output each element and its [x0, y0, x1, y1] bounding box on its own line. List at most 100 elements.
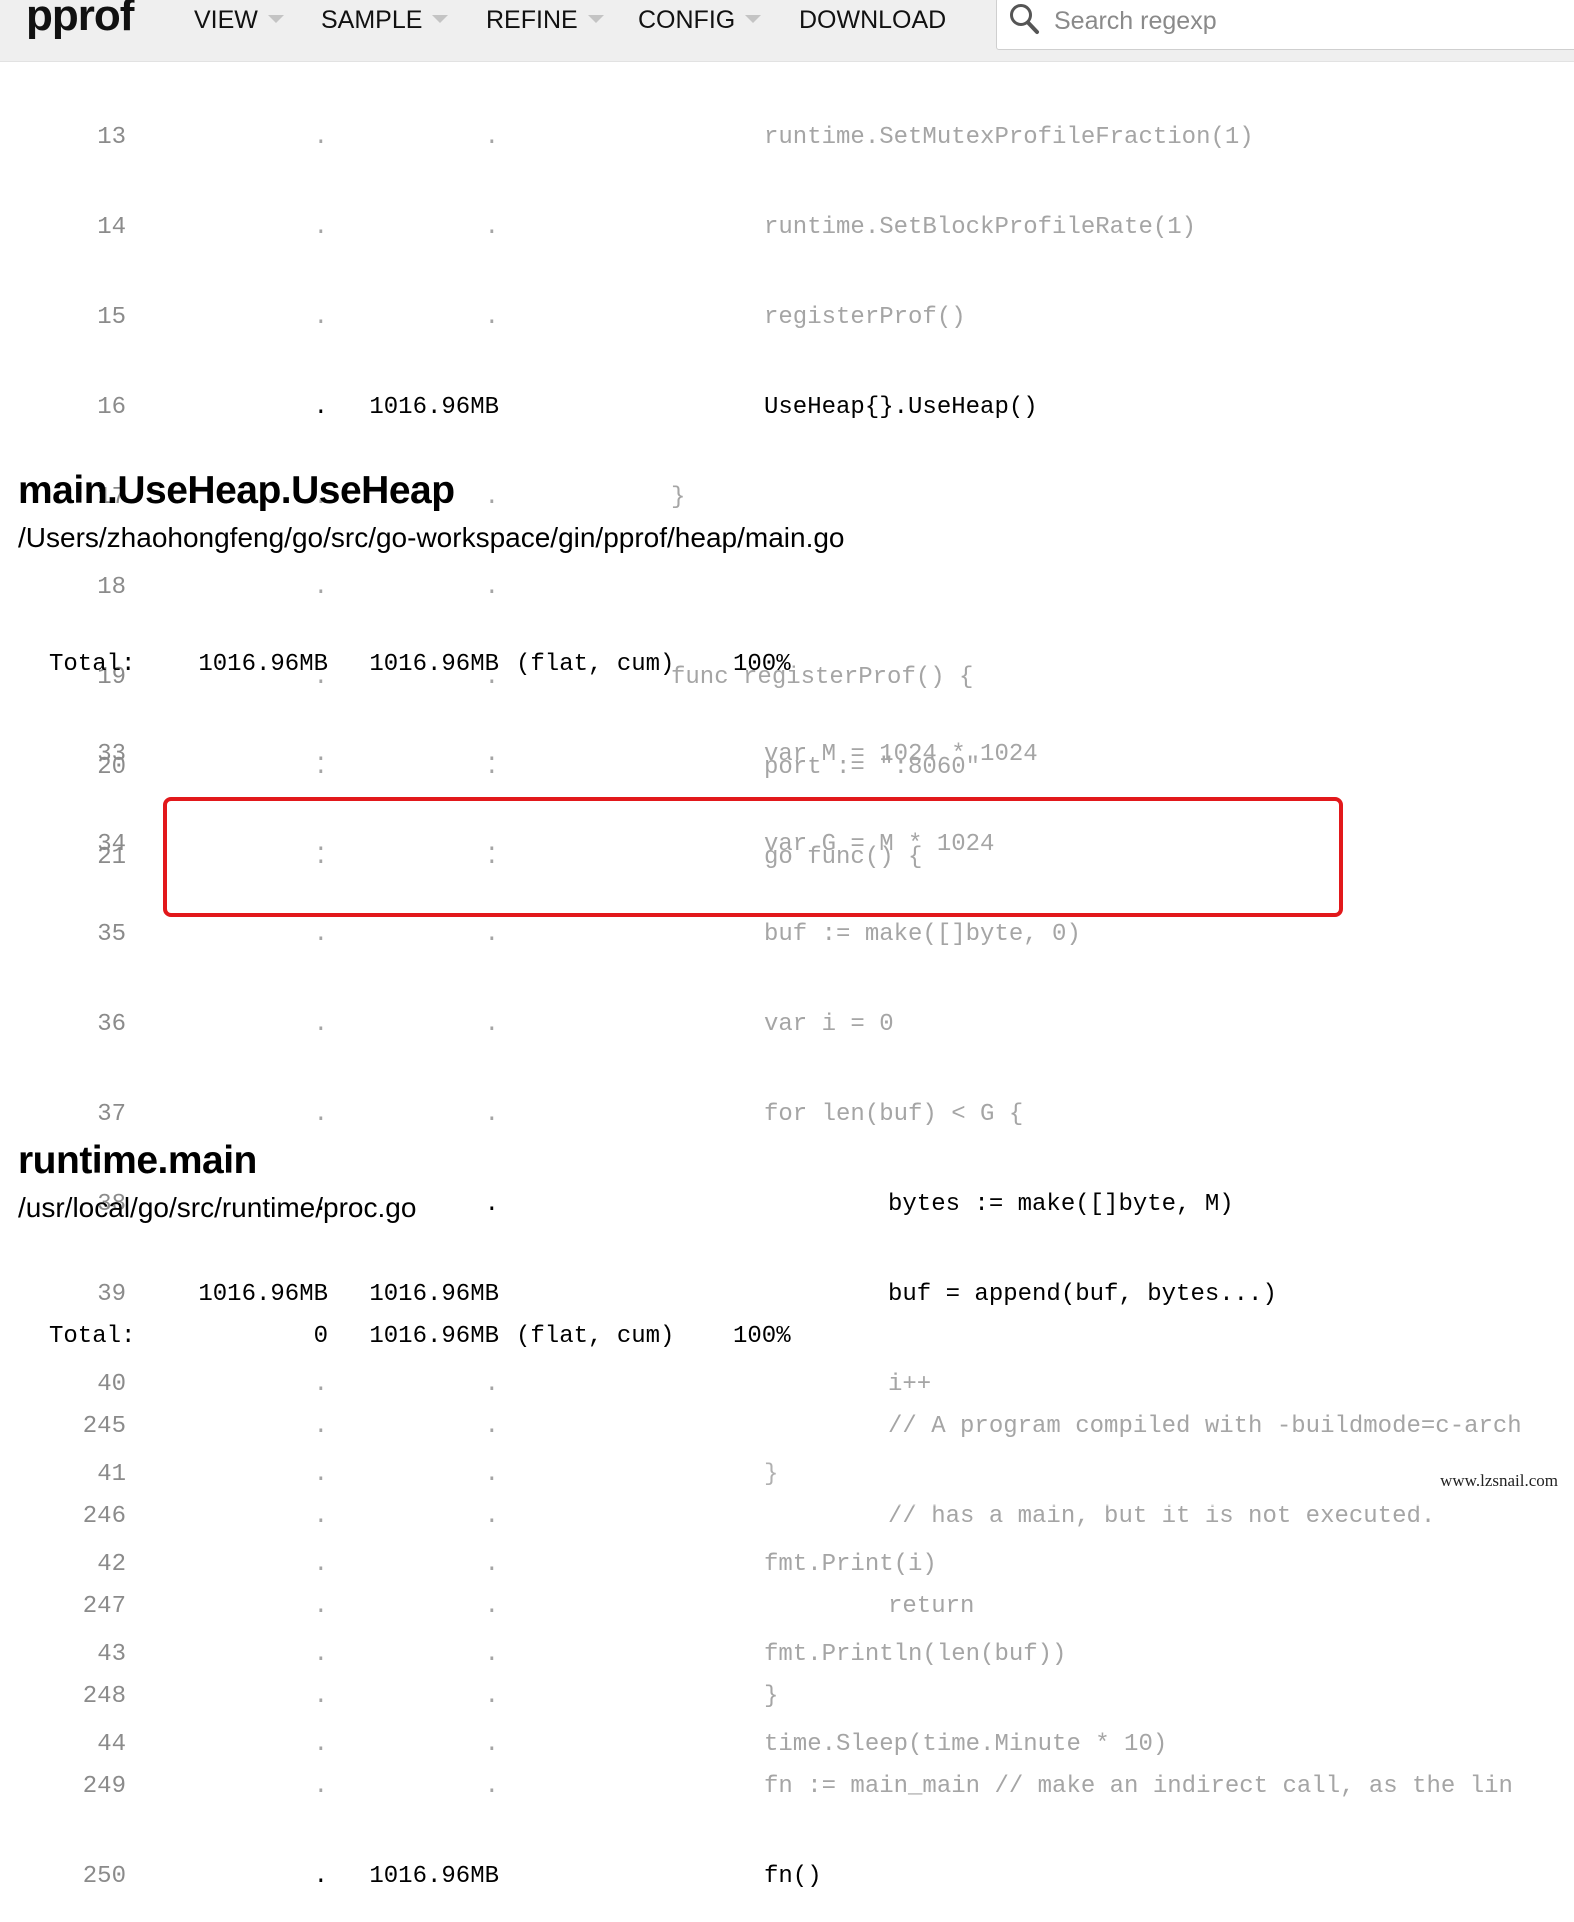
- flat-value: .: [313, 1773, 328, 1800]
- flat-value: .: [313, 921, 328, 948]
- cum-value: .: [484, 741, 499, 768]
- source-line: 13.. runtime.SetMutexProfileFraction(1): [0, 120, 1574, 156]
- menu-download[interactable]: DOWNLOAD: [799, 0, 946, 40]
- source-line: 246.. // has a main, but it is not execut…: [0, 1499, 1574, 1535]
- source-code: // has a main, but it is not executed.: [888, 1503, 1436, 1530]
- cum-value: .: [484, 1683, 499, 1710]
- source-code: bytes := make([]byte, M): [888, 1191, 1234, 1218]
- source-line: 35.. buf := make([]byte, 0): [0, 917, 1574, 953]
- function-title: main.UseHeap.UseHeap: [18, 469, 455, 512]
- source-line: 14.. runtime.SetBlockProfileRate(1): [0, 210, 1574, 246]
- function-title: runtime.main: [18, 1139, 257, 1182]
- line-number: 35: [97, 921, 126, 948]
- cum-value: .: [484, 1191, 499, 1218]
- menu-config[interactable]: CONFIG: [638, 0, 762, 40]
- source-code: }: [671, 484, 686, 511]
- total-row: Total: 1016.96MB 1016.96MB (flat, cum) 100%: [0, 647, 1574, 683]
- source-line: 16. 1016.96MB UseHeap{}.UseHeap(): [0, 390, 1574, 426]
- source-line: 37.. for len(buf) < G {: [0, 1097, 1574, 1133]
- flat-value: .: [313, 1503, 328, 1530]
- cum-value: 1016.96MB: [369, 1863, 499, 1890]
- total-row: Total: 0 1016.96MB (flat, cum) 100%: [0, 1319, 1574, 1355]
- cum-value: .: [484, 304, 499, 331]
- source-line: 250. 1016.96MB fn(): [0, 1859, 1574, 1895]
- flat-value: .: [313, 1683, 328, 1710]
- chevron-down-icon: [745, 15, 762, 23]
- flat-value: .: [313, 1413, 328, 1440]
- menu-view[interactable]: VIEW: [194, 0, 284, 40]
- flat-value: .: [313, 124, 328, 151]
- menu-sample[interactable]: SAMPLE: [321, 0, 449, 40]
- line-number: 14: [97, 214, 126, 241]
- source-code: UseHeap{}.UseHeap(): [764, 394, 1038, 421]
- line-number: 248: [82, 1683, 126, 1710]
- total-flat: 1016.96MB: [198, 651, 328, 678]
- flat-value: .: [313, 1863, 328, 1890]
- cum-value: 1016.96MB: [369, 394, 499, 421]
- cum-value: .: [484, 124, 499, 151]
- source-line: 247.. return: [0, 1589, 1574, 1625]
- flat-value: .: [313, 214, 328, 241]
- line-number: 37: [97, 1101, 126, 1128]
- source-code: registerProf(): [764, 304, 966, 331]
- line-number: 15: [97, 304, 126, 331]
- total-cum: 1016.96MB: [369, 1323, 499, 1350]
- file-path: /Users/zhaohongfeng/go/src/go-workspace/…: [18, 522, 845, 553]
- source-code: fn := main_main // make an indirect call…: [764, 1773, 1513, 1800]
- source-code: buf := make([]byte, 0): [764, 921, 1081, 948]
- source-line: 36.. var i = 0: [0, 1007, 1574, 1043]
- total-label: Total:: [49, 1323, 136, 1350]
- cum-value: .: [484, 1413, 499, 1440]
- chevron-down-icon: [432, 15, 449, 23]
- pprof-logo[interactable]: pprof: [26, 0, 134, 41]
- chevron-down-icon: [587, 15, 604, 23]
- menu-refine[interactable]: REFINE: [486, 0, 604, 40]
- flat-value: .: [313, 1593, 328, 1620]
- cum-value: .: [484, 484, 499, 511]
- menu-view-label: VIEW: [194, 6, 258, 34]
- source-code: fn(): [764, 1863, 822, 1890]
- cum-value: .: [484, 214, 499, 241]
- total-percent: 100%: [733, 1323, 791, 1350]
- flat-value: .: [313, 1101, 328, 1128]
- file-path: /usr/local/go/src/runtime/proc.go: [18, 1192, 417, 1223]
- line-number: 36: [97, 1011, 126, 1038]
- source-line: 248..}: [0, 1679, 1574, 1715]
- source-code: }: [764, 1683, 779, 1710]
- menu-config-label: CONFIG: [638, 6, 736, 34]
- source-code: var i = 0: [764, 1011, 894, 1038]
- source-code: for len(buf) < G {: [764, 1101, 1024, 1128]
- search-icon: [1010, 4, 1039, 34]
- total-percent: 100%: [733, 651, 791, 678]
- menu-refine-label: REFINE: [486, 6, 578, 34]
- line-number: 245: [82, 1413, 126, 1440]
- flat-value: .: [313, 394, 328, 421]
- line-number: 16: [97, 394, 126, 421]
- total-kind: (flat, cum): [516, 651, 675, 678]
- top-toolbar: pprof VIEW SAMPLE REFINE CONFIG DOWNLOAD: [0, 0, 1574, 62]
- source-code: // A program compiled with -buildmode=c-…: [888, 1413, 1522, 1440]
- source-line: 249.. fn := main_main // make an indirect…: [0, 1769, 1574, 1805]
- total-label: Total:: [49, 651, 136, 678]
- cum-value: .: [484, 921, 499, 948]
- total-cum: 1016.96MB: [369, 651, 499, 678]
- total-kind: (flat, cum): [516, 1323, 675, 1350]
- total-flat: 0: [313, 1323, 328, 1350]
- menu-download-label: DOWNLOAD: [799, 6, 947, 34]
- search-box[interactable]: [996, 0, 1574, 50]
- cum-value: .: [484, 1773, 499, 1800]
- source-listing: Total: 0 1016.96MB (flat, cum) 100% 245.. // …: [0, 1265, 1574, 1922]
- search-input[interactable]: [1052, 1, 1556, 41]
- source-code: var M = 1024 * 1024: [764, 741, 1038, 768]
- cum-value: .: [484, 1503, 499, 1530]
- line-number: 13: [97, 124, 126, 151]
- source-line: 33.. var M = 1024 * 1024: [0, 737, 1574, 773]
- flat-value: .: [313, 304, 328, 331]
- cum-value: .: [484, 1593, 499, 1620]
- source-code: runtime.SetBlockProfileRate(1): [764, 214, 1197, 241]
- line-number: 33: [97, 741, 126, 768]
- source-line: 245.. // A program compiled with -buildmo…: [0, 1409, 1574, 1445]
- source-code: runtime.SetMutexProfileFraction(1): [764, 124, 1254, 151]
- cum-value: .: [484, 1101, 499, 1128]
- line-number: 246: [82, 1503, 126, 1530]
